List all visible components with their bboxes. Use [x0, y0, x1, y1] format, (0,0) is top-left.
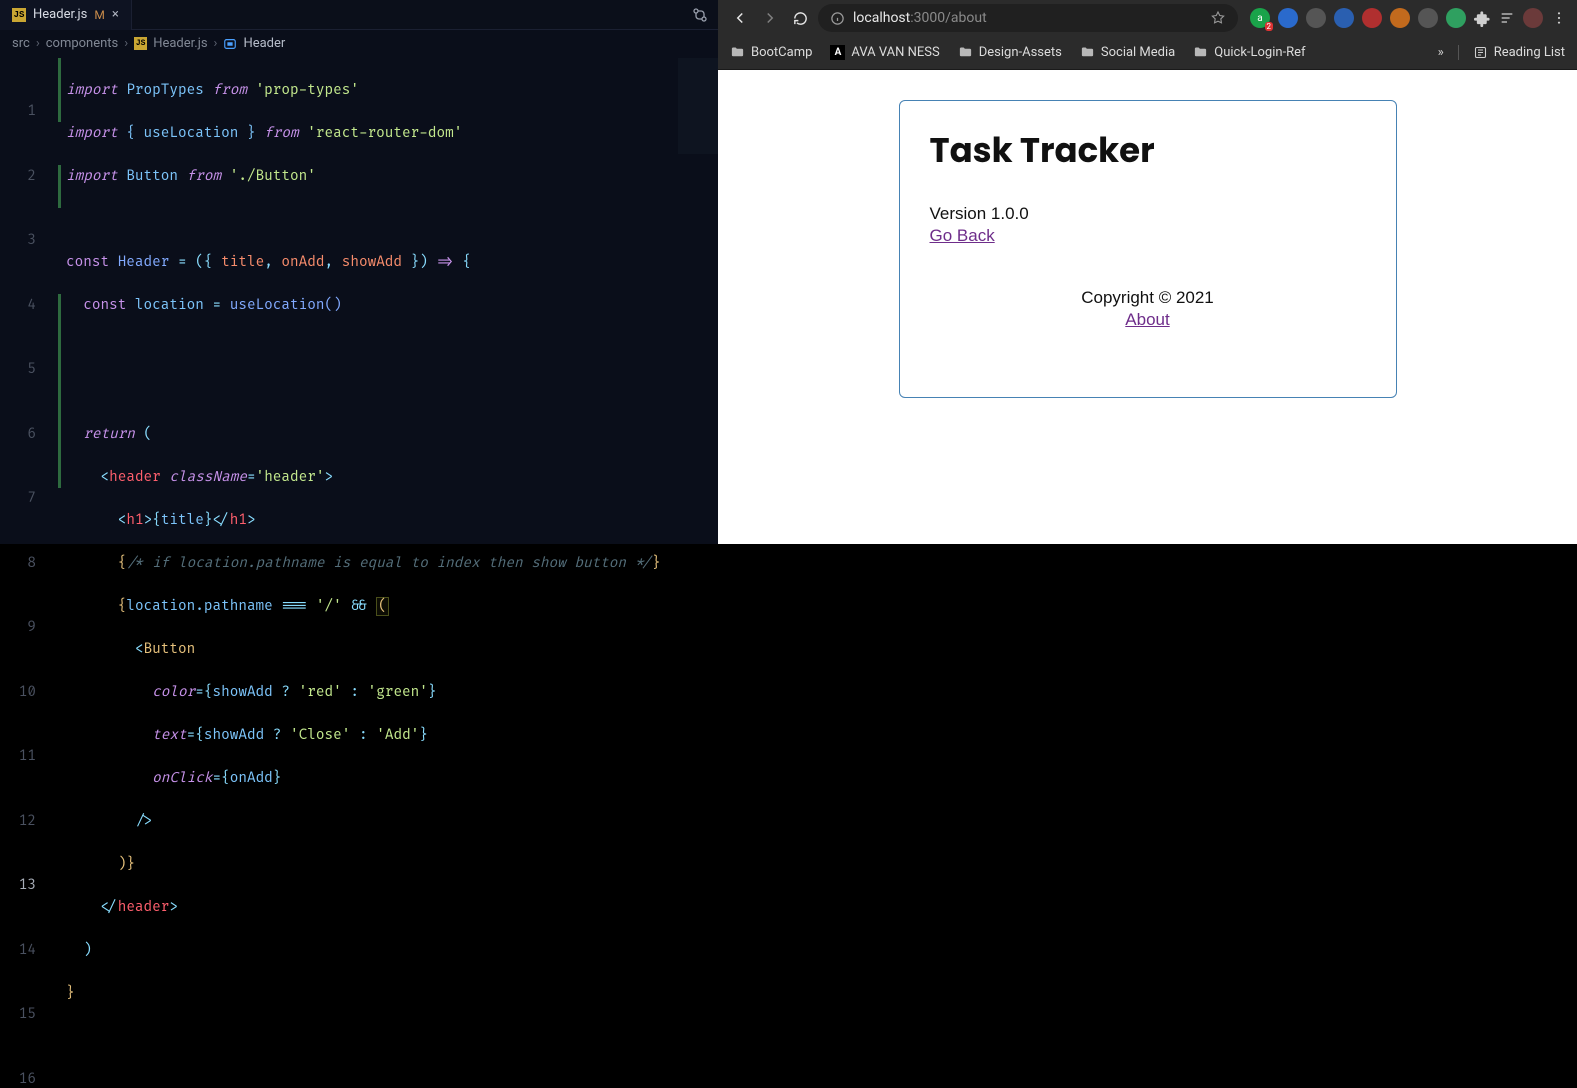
extension-icon[interactable]: [1306, 8, 1326, 28]
vscode-editor-pane: JS Header.js M × src › components › JS H…: [0, 0, 718, 544]
extension-icon[interactable]: [1278, 8, 1298, 28]
task-tracker-card: Task Tracker Version 1.0.0 Go Back Copyr…: [899, 100, 1397, 398]
extension-icon[interactable]: [1334, 8, 1354, 28]
extensions-row: a2: [1250, 8, 1567, 28]
bookmark-quicklogin[interactable]: Quick-Login-Ref: [1193, 45, 1305, 60]
code-editor[interactable]: 1 2 3 4 5 6 7 8 9 10 11 12 13 14 15 16 1…: [0, 58, 718, 544]
chevron-right-icon: ›: [214, 36, 218, 51]
bookmark-bootcamp[interactable]: BootCamp: [730, 45, 812, 60]
breadcrumb-components[interactable]: components: [46, 36, 119, 51]
breadcrumbs[interactable]: src › components › JS Header.js › Header: [0, 30, 718, 57]
settings-lines-icon[interactable]: [1499, 10, 1515, 26]
extension-icon[interactable]: a2: [1250, 8, 1270, 28]
bookmark-social[interactable]: Social Media: [1080, 45, 1175, 60]
extensions-puzzle-icon[interactable]: [1474, 10, 1491, 27]
go-back-link[interactable]: Go Back: [930, 226, 995, 245]
breadcrumb-symbol[interactable]: Header: [243, 36, 285, 51]
extension-icon[interactable]: [1362, 8, 1382, 28]
browser-toolbar: localhost:3000/about a2: [718, 0, 1577, 36]
reading-list-button[interactable]: Reading List: [1458, 45, 1565, 60]
extension-icon[interactable]: [1446, 8, 1466, 28]
js-file-icon: JS: [134, 37, 147, 50]
version-text: Version 1.0.0: [930, 204, 1366, 224]
page-title: Task Tracker: [930, 125, 1366, 176]
bookmarks-bar: BootCamp A AVA VAN NESS Design-Assets So…: [718, 36, 1577, 70]
url-port: :3000: [910, 10, 945, 26]
folder-icon: [730, 45, 745, 60]
forward-button[interactable]: [758, 6, 782, 30]
reading-list-icon: [1473, 45, 1488, 60]
profile-avatar[interactable]: [1523, 8, 1543, 28]
back-button[interactable]: [728, 6, 752, 30]
url-host: localhost: [853, 10, 910, 26]
tab-actions: [682, 0, 718, 29]
breadcrumb-file[interactable]: Header.js: [153, 36, 207, 51]
copyright-text: Copyright © 2021: [930, 288, 1366, 308]
folder-icon: [1193, 45, 1208, 60]
page-content: Task Tracker Version 1.0.0 Go Back Copyr…: [718, 70, 1577, 544]
tab-header-js[interactable]: JS Header.js M ×: [0, 0, 132, 29]
tab-modified-badge: M: [94, 8, 104, 22]
extension-icon[interactable]: [1418, 8, 1438, 28]
folder-icon: [1080, 45, 1095, 60]
url-bar[interactable]: localhost:3000/about: [818, 4, 1238, 32]
url-path: /about: [945, 10, 987, 26]
folder-icon: [958, 45, 973, 60]
breadcrumb-src[interactable]: src: [12, 36, 30, 51]
bookmark-ava[interactable]: A AVA VAN NESS: [830, 45, 939, 60]
menu-dots-icon[interactable]: [1551, 10, 1567, 26]
about-link[interactable]: About: [1125, 310, 1169, 329]
page-footer: Copyright © 2021 About: [930, 288, 1366, 330]
info-icon: [830, 11, 845, 26]
js-file-icon: JS: [12, 8, 26, 22]
line-number-gutter: 1 2 3 4 5 6 7 8 9 10 11 12 13 14 15 16 1…: [0, 58, 54, 1088]
tab-bar: JS Header.js M ×: [0, 0, 718, 30]
chevron-right-icon: ›: [36, 36, 40, 51]
compare-changes-icon[interactable]: [692, 7, 708, 23]
chevron-right-icon: ›: [124, 36, 128, 51]
bookmarks-overflow-icon[interactable]: »: [1438, 45, 1444, 60]
code-content[interactable]: import PropTypes from 'prop-types' impor…: [54, 58, 718, 1047]
star-icon[interactable]: [1210, 10, 1226, 26]
tab-filename: Header.js: [33, 7, 87, 22]
close-icon[interactable]: ×: [112, 8, 119, 21]
extension-icon[interactable]: [1390, 8, 1410, 28]
reload-button[interactable]: [788, 6, 812, 30]
adobe-icon: A: [830, 45, 845, 60]
symbol-function-icon: [223, 37, 237, 51]
bookmark-design[interactable]: Design-Assets: [958, 45, 1062, 60]
browser-window: localhost:3000/about a2 BootCamp A: [718, 0, 1577, 544]
